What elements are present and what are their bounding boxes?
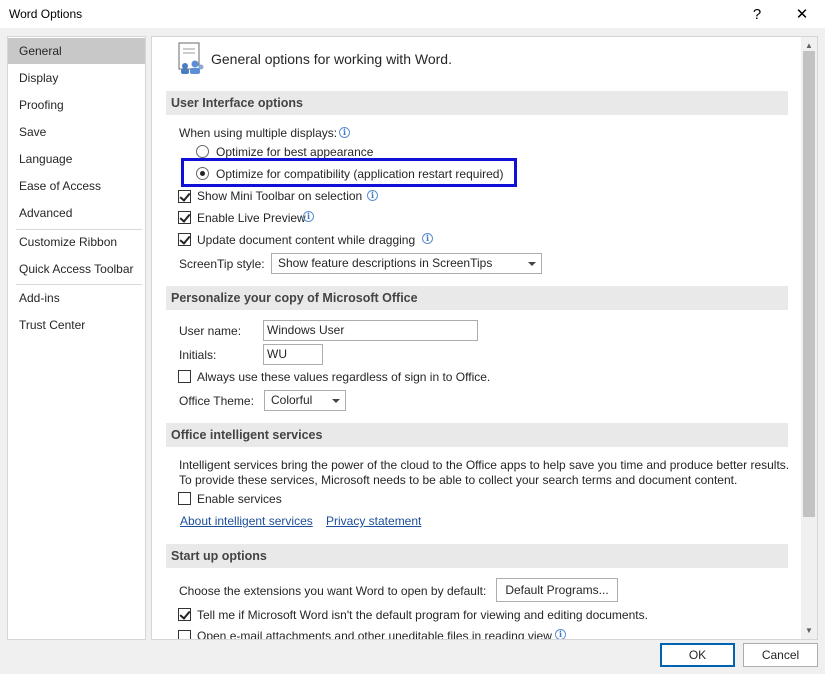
section-header-ui-options: User Interface options bbox=[166, 91, 788, 115]
tell-me-checkbox[interactable] bbox=[178, 608, 191, 621]
nav-item-trust-center[interactable]: Trust Center bbox=[8, 312, 145, 338]
about-intelligent-services-link[interactable]: About intelligent services bbox=[180, 514, 313, 528]
office-theme-label: Office Theme: bbox=[179, 394, 254, 408]
mini-toolbar-checkbox[interactable] bbox=[178, 190, 191, 203]
open-email-checkbox[interactable] bbox=[178, 630, 191, 639]
close-icon: ✕ bbox=[795, 6, 809, 23]
nav-item-advanced[interactable]: Advanced bbox=[8, 200, 145, 226]
section-title: Personalize your copy of Microsoft Offic… bbox=[171, 291, 418, 305]
live-preview-checkbox[interactable] bbox=[178, 211, 191, 224]
section-title: Start up options bbox=[171, 549, 267, 563]
general-options-icon bbox=[178, 42, 204, 74]
screentip-style-select[interactable]: Show feature descriptions in ScreenTips bbox=[271, 253, 542, 274]
section-title: User Interface options bbox=[171, 96, 303, 110]
nav-item-customize-ribbon[interactable]: Customize Ribbon bbox=[8, 229, 145, 255]
info-icon: i bbox=[555, 629, 566, 639]
info-icon: i bbox=[422, 233, 433, 244]
radio-best-appearance-label: Optimize for best appearance bbox=[216, 145, 374, 159]
chevron-down-icon bbox=[528, 262, 536, 266]
info-icon: i bbox=[339, 127, 350, 138]
privacy-statement-link[interactable]: Privacy statement bbox=[326, 514, 421, 528]
enable-services-label: Enable services bbox=[197, 492, 282, 506]
always-use-checkbox[interactable] bbox=[178, 370, 191, 383]
tell-me-label: Tell me if Microsoft Word isn't the defa… bbox=[197, 608, 648, 622]
info-icon: i bbox=[367, 190, 378, 201]
scroll-down-icon[interactable]: ▼ bbox=[801, 623, 817, 637]
scrollbar-thumb[interactable] bbox=[803, 51, 815, 517]
window-title: Word Options bbox=[9, 7, 83, 21]
radio-best-appearance[interactable] bbox=[196, 145, 209, 158]
nav-item-display[interactable]: Display bbox=[8, 65, 145, 91]
always-use-label: Always use these values regardless of si… bbox=[197, 370, 491, 384]
office-theme-value: Colorful bbox=[271, 393, 313, 407]
ok-button[interactable]: OK bbox=[660, 643, 735, 667]
enable-services-checkbox[interactable] bbox=[178, 492, 191, 505]
options-nav: General Display Proofing Save Language E… bbox=[7, 36, 146, 640]
screentip-label: ScreenTip style: bbox=[179, 257, 265, 271]
nav-item-quick-access-toolbar[interactable]: Quick Access Toolbar bbox=[8, 256, 145, 282]
default-programs-button[interactable]: Default Programs... bbox=[496, 578, 618, 602]
live-preview-label: Enable Live Preview bbox=[197, 211, 306, 225]
section-title: Office intelligent services bbox=[171, 428, 323, 442]
multiple-displays-label: When using multiple displays: bbox=[179, 126, 338, 140]
open-email-label: Open e-mail attachments and other unedit… bbox=[197, 629, 552, 639]
title-bar: Word Options ? ✕ bbox=[0, 0, 825, 28]
close-button[interactable]: ✕ bbox=[782, 0, 822, 28]
nav-item-general[interactable]: General bbox=[8, 38, 145, 64]
help-button[interactable]: ? bbox=[737, 0, 777, 28]
page-title: General options for working with Word. bbox=[211, 51, 452, 67]
nav-item-add-ins[interactable]: Add-ins bbox=[8, 285, 145, 311]
initials-input[interactable]: WU bbox=[263, 344, 323, 365]
info-icon: i bbox=[303, 211, 314, 222]
section-header-intelligent-services: Office intelligent services bbox=[166, 423, 788, 447]
help-icon: ? bbox=[752, 5, 762, 23]
extensions-label: Choose the extensions you want Word to o… bbox=[179, 584, 487, 598]
nav-item-ease-of-access[interactable]: Ease of Access bbox=[8, 173, 145, 199]
nav-item-proofing[interactable]: Proofing bbox=[8, 92, 145, 118]
scroll-up-icon[interactable]: ▲ bbox=[801, 38, 817, 52]
chevron-down-icon bbox=[332, 399, 340, 403]
office-theme-select[interactable]: Colorful bbox=[264, 390, 346, 411]
intelligent-desc-line2: To provide these services, Microsoft nee… bbox=[179, 473, 738, 487]
username-input[interactable]: Windows User bbox=[263, 320, 478, 341]
section-header-startup: Start up options bbox=[166, 544, 788, 568]
update-dragging-label: Update document content while dragging bbox=[197, 233, 416, 247]
screentip-style-value: Show feature descriptions in ScreenTips bbox=[278, 256, 493, 270]
highlight-box bbox=[181, 158, 517, 187]
section-header-personalize: Personalize your copy of Microsoft Offic… bbox=[166, 286, 788, 310]
mini-toolbar-label: Show Mini Toolbar on selection bbox=[197, 189, 363, 203]
update-dragging-checkbox[interactable] bbox=[178, 233, 191, 246]
nav-item-save[interactable]: Save bbox=[8, 119, 145, 145]
nav-item-language[interactable]: Language bbox=[8, 146, 145, 172]
initials-label: Initials: bbox=[179, 348, 217, 362]
cancel-button[interactable]: Cancel bbox=[743, 643, 818, 667]
intelligent-desc-line1: Intelligent services bring the power of … bbox=[179, 458, 790, 472]
clipped-row: Open e-mail attachments and other unedit… bbox=[152, 628, 800, 639]
username-label: User name: bbox=[179, 324, 242, 338]
